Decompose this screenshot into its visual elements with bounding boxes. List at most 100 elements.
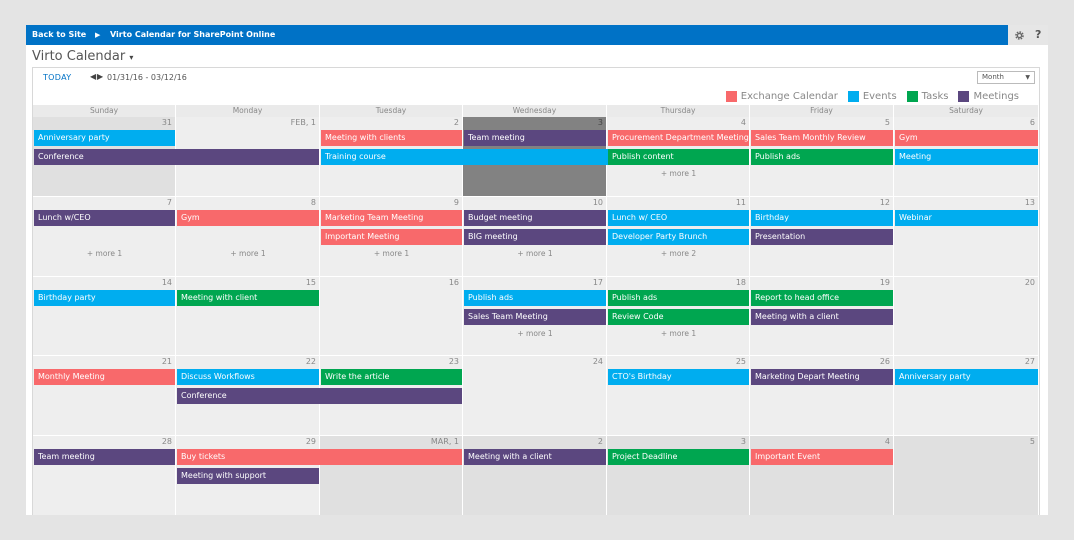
day-cell[interactable]: 4 — [750, 436, 894, 515]
event-meetings[interactable]: Lunch w/CEO — [34, 210, 175, 226]
day-number: 2 — [453, 118, 459, 127]
back-to-site-link[interactable]: Back to Site — [32, 25, 86, 45]
more-link[interactable]: + more 1 — [607, 329, 750, 338]
day-number: 19 — [879, 278, 890, 287]
event-events[interactable]: Webinar — [895, 210, 1038, 226]
day-number: 17 — [592, 278, 603, 287]
event-exchange[interactable]: Monthly Meeting — [34, 369, 175, 385]
event-meetings[interactable]: Team meeting — [34, 449, 175, 465]
top-bar: Back to Site ▶ Virto Calendar for ShareP… — [26, 25, 1048, 45]
top-bar-tools: ? — [1008, 25, 1048, 45]
event-meetings[interactable]: Sales Team Meeting — [464, 309, 606, 325]
event-exchange[interactable]: Marketing Team Meeting — [321, 210, 462, 226]
page-title[interactable]: Virto Calendar ▾ — [32, 49, 133, 64]
day-number: 13 — [1024, 198, 1035, 207]
day-cell[interactable]: 21 — [33, 356, 176, 436]
today-button[interactable]: TODAY — [43, 73, 71, 82]
day-cell[interactable]: 28 — [33, 436, 176, 515]
view-select[interactable]: Month ▼ — [977, 71, 1035, 84]
event-meetings[interactable]: Meeting with support — [177, 468, 319, 484]
day-number: 5 — [884, 118, 890, 127]
event-exchange[interactable]: Important Event — [751, 449, 893, 465]
chevron-down-icon: ▾ — [129, 53, 134, 62]
event-tasks[interactable]: Publish content — [608, 149, 749, 165]
event-events[interactable]: Birthday — [751, 210, 893, 226]
event-events[interactable]: CTO's Birthday — [608, 369, 749, 385]
event-events[interactable]: Lunch w/ CEO — [608, 210, 749, 226]
more-link[interactable]: + more 1 — [320, 249, 463, 258]
next-arrow-icon[interactable]: ▶ — [97, 72, 103, 81]
event-exchange[interactable]: Important Meeting — [321, 229, 462, 245]
day-number: 29 — [305, 437, 316, 446]
day-number: 3 — [597, 118, 603, 127]
event-events[interactable]: Developer Party Brunch — [608, 229, 749, 245]
day-number: MAR, 1 — [430, 437, 459, 446]
day-cell[interactable]: 13 — [894, 197, 1039, 277]
event-meetings[interactable]: Marketing Depart Meeting — [751, 369, 893, 385]
event-meetings[interactable]: Conference — [177, 388, 462, 404]
more-link[interactable]: + more 1 — [463, 249, 607, 258]
event-events[interactable]: Anniversary party — [34, 130, 175, 146]
more-link[interactable]: + more 1 — [463, 329, 607, 338]
event-meetings[interactable]: Budget meeting — [464, 210, 606, 226]
event-meetings[interactable]: Meeting with a client — [464, 449, 606, 465]
day-header-saturday: Saturday — [894, 105, 1039, 117]
event-exchange[interactable]: Meeting with clients — [321, 130, 462, 146]
day-cell[interactable]: 15 — [176, 277, 320, 356]
day-number: 15 — [305, 278, 316, 287]
day-cell[interactable]: 5 — [894, 436, 1039, 515]
more-link[interactable]: + more 2 — [607, 249, 750, 258]
event-tasks[interactable]: Report to head office — [751, 290, 893, 306]
event-events[interactable]: Publish ads — [464, 290, 606, 306]
event-tasks[interactable]: Meeting with client — [177, 290, 319, 306]
breadcrumb-app-title[interactable]: Virto Calendar for SharePoint Online — [110, 25, 275, 45]
day-cell[interactable]: 14 — [33, 277, 176, 356]
event-meetings[interactable]: Presentation — [751, 229, 893, 245]
day-number: 4 — [884, 437, 890, 446]
help-icon[interactable]: ? — [1035, 25, 1041, 45]
event-tasks[interactable]: Write the article — [321, 369, 462, 385]
legend: Exchange Calendar Events Tasks Meetings — [725, 89, 1025, 103]
more-link[interactable]: + more 1 — [33, 249, 176, 258]
event-meetings[interactable]: BIG meeting — [464, 229, 606, 245]
legend-label: Exchange Calendar — [740, 90, 838, 102]
event-meetings[interactable]: Meeting with a client — [751, 309, 893, 325]
event-tasks[interactable]: Publish ads — [608, 290, 749, 306]
day-header-thursday: Thursday — [607, 105, 750, 117]
event-exchange[interactable]: Buy tickets — [177, 449, 462, 465]
event-events[interactable]: Birthday party — [34, 290, 175, 306]
day-number: 23 — [448, 357, 459, 366]
more-link[interactable]: + more 1 — [176, 249, 320, 258]
more-link[interactable]: + more 1 — [607, 169, 750, 178]
day-cell[interactable]: 25 — [607, 356, 750, 436]
event-events[interactable]: Anniversary party — [895, 369, 1038, 385]
day-cell[interactable]: 16 — [320, 277, 463, 356]
dropdown-arrow-icon: ▼ — [1025, 74, 1030, 81]
day-cell[interactable]: 7 — [33, 197, 176, 277]
event-exchange[interactable]: Gym — [177, 210, 319, 226]
event-tasks[interactable]: Project Deadline — [608, 449, 749, 465]
legend-label: Events — [862, 90, 897, 102]
day-cell[interactable]: 2 — [463, 436, 607, 515]
event-exchange[interactable]: Sales Team Monthly Review — [751, 130, 893, 146]
day-cell[interactable]: 8 — [176, 197, 320, 277]
event-events[interactable]: Discuss Workflows — [177, 369, 319, 385]
day-cell[interactable]: MAR, 1 — [320, 436, 463, 515]
day-cell[interactable]: 24 — [463, 356, 607, 436]
event-meetings[interactable]: Team meeting — [464, 130, 606, 146]
event-events[interactable]: Meeting — [895, 149, 1038, 165]
event-exchange[interactable]: Procurement Department Meeting — [608, 130, 749, 146]
prev-arrow-icon[interactable]: ◀ — [90, 72, 96, 81]
day-cell[interactable]: 3 — [607, 436, 750, 515]
page-title-text: Virto Calendar — [32, 49, 126, 64]
event-tasks[interactable]: Publish ads — [751, 149, 893, 165]
event-tasks[interactable]: Review Code — [608, 309, 749, 325]
event-exchange[interactable]: Gym — [895, 130, 1038, 146]
event-meetings[interactable]: Conference — [34, 149, 319, 165]
day-cell[interactable]: 20 — [894, 277, 1039, 356]
day-cell[interactable]: 27 — [894, 356, 1039, 436]
gear-icon[interactable] — [1014, 25, 1025, 48]
day-cell[interactable]: 26 — [750, 356, 894, 436]
day-number: 4 — [740, 118, 746, 127]
day-number: 26 — [879, 357, 890, 366]
